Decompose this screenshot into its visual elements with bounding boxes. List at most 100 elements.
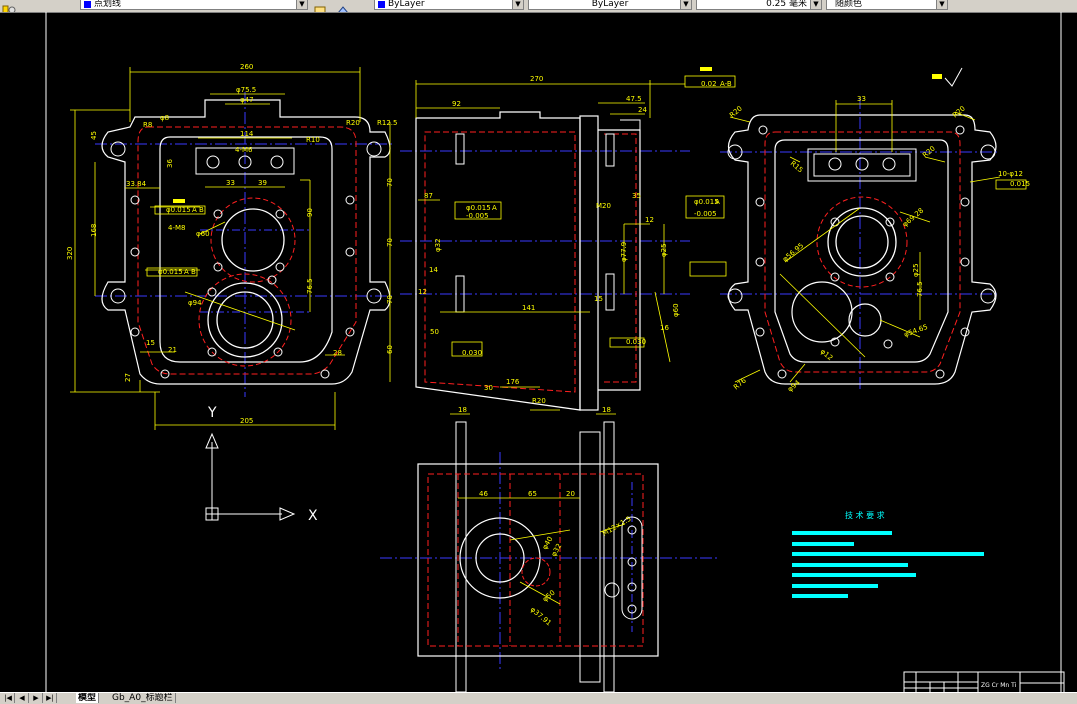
text-line bbox=[792, 594, 848, 598]
color-swatch-icon bbox=[84, 1, 91, 8]
dim-label: φ75.5 bbox=[236, 86, 256, 94]
dim-label: 65 bbox=[528, 490, 537, 498]
plotstyle-value: 随颜色 bbox=[835, 0, 863, 9]
bolt-hole bbox=[960, 257, 970, 267]
dim-label: φ94 bbox=[786, 378, 802, 393]
dim-label: 4-M8 bbox=[168, 224, 185, 232]
dim-label: 28 bbox=[333, 349, 342, 357]
chevron-down-icon[interactable]: ▼ bbox=[810, 0, 821, 9]
bolt-hole bbox=[207, 287, 217, 297]
tab-model[interactable]: 模型 bbox=[76, 693, 100, 703]
material-label: ZG Cr Mn Ti bbox=[981, 682, 1017, 689]
dim-label: 14 bbox=[429, 266, 438, 274]
last-tab-button[interactable]: ▶| bbox=[44, 693, 57, 703]
linetype-dropdown[interactable]: 点划线 ▼ bbox=[80, 0, 308, 10]
bolt-hole bbox=[275, 262, 285, 272]
dim-label: 24 bbox=[638, 106, 647, 114]
dim-label: φ0.015 bbox=[466, 204, 491, 212]
tolerance-frame bbox=[689, 261, 727, 277]
chevron-down-icon[interactable]: ▼ bbox=[512, 0, 523, 9]
bolt-hole bbox=[130, 327, 140, 337]
dim-label: -0.005 bbox=[694, 210, 717, 218]
color-control-dropdown[interactable]: ByLayer ▼ bbox=[374, 0, 524, 10]
make-layer-current-icon[interactable] bbox=[313, 0, 327, 12]
dim-label: 45 bbox=[90, 131, 98, 140]
dim-label: φ8 bbox=[160, 114, 169, 122]
side-dimension-lines bbox=[415, 80, 685, 411]
dim-label: 141 bbox=[522, 304, 535, 312]
cad-drawing: 260 φ75.5 φ47 114 4-M6 33 39 36 33.84 φ0… bbox=[45, 12, 1065, 695]
shaft bbox=[603, 421, 615, 693]
dim-label: 27 bbox=[124, 373, 132, 382]
dim-label: R12.5 bbox=[377, 119, 397, 127]
linetype-control-dropdown[interactable]: ByLayer ▼ bbox=[528, 0, 692, 10]
dim-label: φ32 bbox=[550, 542, 564, 558]
dim-label: 16 bbox=[660, 324, 669, 332]
dim-label: 70 bbox=[386, 178, 394, 187]
upper-bore-hidden bbox=[816, 196, 908, 288]
dim-label: R20 bbox=[346, 119, 360, 127]
ucs-y-label: Y bbox=[207, 405, 217, 421]
dim-label: φ60 bbox=[196, 230, 210, 238]
dim-label: 50 bbox=[430, 328, 439, 336]
bolt-hole bbox=[604, 582, 620, 598]
text-line bbox=[792, 563, 908, 567]
model-space-canvas[interactable]: 260 φ75.5 φ47 114 4-M6 33 39 36 33.84 φ0… bbox=[0, 12, 1077, 695]
bolt-hole bbox=[267, 275, 277, 285]
dim-label: M20 bbox=[596, 202, 611, 210]
lineweight-value: 0.25 毫米 bbox=[766, 0, 807, 9]
dim-label: 12 bbox=[645, 216, 654, 224]
dim-label: φ12 bbox=[819, 347, 835, 362]
chevron-down-icon[interactable]: ▼ bbox=[680, 0, 691, 9]
linetype-control-value: ByLayer bbox=[591, 0, 629, 9]
layer-previous-icon[interactable] bbox=[336, 0, 350, 12]
dim-label: 12 bbox=[418, 288, 427, 296]
chevron-down-icon[interactable]: ▼ bbox=[936, 0, 947, 9]
bolt-hole bbox=[883, 339, 893, 349]
plotstyle-dropdown[interactable]: 随颜色 ▼ bbox=[826, 0, 948, 10]
flange-hole bbox=[980, 288, 996, 304]
chevron-down-icon[interactable]: ▼ bbox=[296, 0, 307, 9]
dim-label: 270 bbox=[530, 75, 543, 83]
tab-model-label: 模型 bbox=[78, 693, 97, 703]
next-tab-button[interactable]: ▶ bbox=[30, 693, 43, 703]
bolt-hole bbox=[777, 369, 787, 379]
bolt-hole bbox=[855, 157, 869, 171]
bolt-hole bbox=[955, 125, 965, 135]
hidden-hole bbox=[521, 557, 551, 587]
lineweight-dropdown[interactable]: 0.25 毫米 ▼ bbox=[696, 0, 822, 10]
flange-plate bbox=[579, 115, 599, 411]
dim-label: 20 bbox=[566, 490, 575, 498]
dim-label: φ25 bbox=[912, 263, 920, 277]
dim-label: 260 bbox=[240, 63, 253, 71]
bolt-hole bbox=[320, 369, 330, 379]
dim-label: 30 bbox=[484, 384, 493, 392]
dim-label: 21 bbox=[168, 346, 177, 354]
dim-label: φ56.95 bbox=[781, 242, 805, 264]
bolt-hole bbox=[345, 247, 355, 257]
tab-layout[interactable]: Gb_A0_标题栏 bbox=[110, 693, 176, 703]
upper-bore-inner bbox=[835, 215, 889, 269]
dim-label: R10 bbox=[306, 136, 320, 144]
dim-label: R15 bbox=[789, 159, 805, 174]
top-slot-inner bbox=[813, 153, 911, 177]
first-tab-button[interactable]: |◀ bbox=[2, 693, 15, 703]
slot bbox=[605, 133, 615, 167]
dim-label: 320 bbox=[66, 247, 74, 260]
tech-requirements-title: 技 术 要 求 bbox=[845, 510, 885, 520]
layer-state-icon[interactable] bbox=[2, 0, 16, 12]
slot bbox=[605, 273, 615, 311]
boss-top bbox=[620, 119, 641, 130]
prev-tab-button[interactable]: ◀ bbox=[16, 693, 29, 703]
ucs-icon: Y X bbox=[205, 405, 318, 524]
dim-label: 33 bbox=[857, 95, 866, 103]
dim-label: 18 bbox=[458, 406, 467, 414]
dim-label: φ60 bbox=[672, 303, 680, 317]
dim-label: 76.5 bbox=[916, 281, 924, 297]
dim-label: 76.5 bbox=[306, 278, 314, 294]
datum-marker bbox=[173, 199, 185, 203]
dim-label: φ94 bbox=[188, 299, 202, 307]
dim-label: φ0.015 bbox=[166, 206, 191, 214]
dim-label: 114 bbox=[240, 130, 254, 138]
side-view: 270 92 47.5 24 0.02 A-B 87 φ0.015 A -0.0… bbox=[400, 67, 736, 411]
